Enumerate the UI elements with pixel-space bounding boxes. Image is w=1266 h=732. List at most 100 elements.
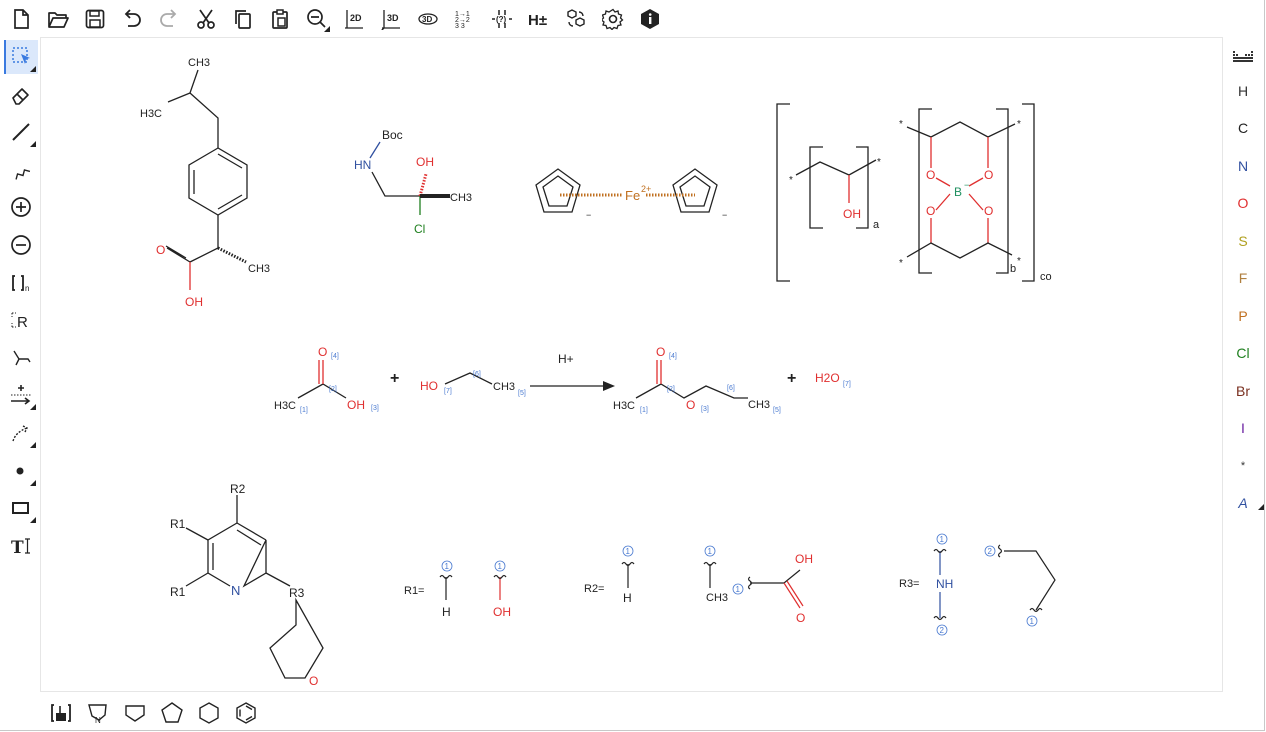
chain-tool[interactable]	[4, 153, 38, 187]
map-label: [2]	[667, 386, 675, 393]
water: H2O	[815, 371, 840, 385]
boc-cl: Cl	[414, 222, 425, 236]
polymer-oh: OH	[843, 207, 861, 221]
element-button-h[interactable]: H	[1226, 72, 1260, 110]
charge-plus-icon	[11, 197, 31, 218]
aromatize-button[interactable]: 1→1 2→2 3 3	[450, 4, 480, 34]
generic-a-label: A	[1238, 495, 1248, 512]
copolymer-molecule[interactable]	[776, 103, 1035, 282]
atom-tool[interactable]	[4, 454, 38, 488]
reaction-map-tool[interactable]	[4, 341, 38, 375]
element-button-cl[interactable]: Cl	[1226, 335, 1260, 373]
settings-button[interactable]	[598, 4, 628, 34]
boc-molecule[interactable]	[369, 141, 450, 215]
element-button-c[interactable]: C	[1226, 110, 1260, 148]
zoom-button[interactable]	[302, 4, 332, 34]
element-button-any[interactable]: *	[1226, 447, 1260, 485]
sgroup-tool[interactable]: n	[4, 266, 38, 300]
reaction-map-icon	[13, 350, 31, 366]
ethanol-ch3: CH3	[493, 381, 515, 393]
new-file-button[interactable]	[6, 4, 36, 34]
cut-icon	[197, 9, 215, 29]
single-bond-tool[interactable]	[4, 115, 38, 149]
element-button-i[interactable]: I	[1226, 410, 1260, 448]
rgroup-definitions[interactable]	[439, 544, 1056, 621]
cyclopentane-icon	[125, 705, 145, 722]
charge-plus-tool[interactable]	[4, 190, 38, 224]
reaction-arrow-head	[603, 381, 615, 391]
thf-o: O	[309, 674, 318, 688]
paste-icon	[272, 9, 288, 29]
cyclopentane-button[interactable]	[120, 698, 150, 728]
map-label: [4]	[331, 353, 339, 360]
r2-oh: OH	[795, 552, 813, 566]
open-button[interactable]	[43, 4, 73, 34]
check-structure-button[interactable]: (?)	[487, 4, 517, 34]
ester-ch3: CH3	[748, 399, 770, 411]
element-button-generic-a[interactable]: A	[1226, 485, 1264, 523]
pyridine-n: N	[231, 583, 240, 598]
map-label: [3]	[371, 405, 379, 412]
cyclohexane-button[interactable]	[194, 698, 224, 728]
clean-3d-button[interactable]: 3D	[376, 4, 406, 34]
r2-ch3: CH3	[706, 592, 728, 604]
polymer-star-3: *	[899, 119, 903, 130]
polymer-o-2: O	[984, 168, 993, 182]
copy-button[interactable]	[228, 4, 258, 34]
attach-label: 1	[626, 547, 631, 556]
element-button-n[interactable]: N	[1226, 147, 1260, 185]
cyclopentane-flat-button[interactable]	[157, 698, 187, 728]
ibuprofen-molecule[interactable]	[165, 69, 248, 290]
info-button[interactable]	[635, 4, 665, 34]
save-button[interactable]	[80, 4, 110, 34]
cut-button[interactable]	[191, 4, 221, 34]
3d-view-button[interactable]: 3D	[413, 4, 443, 34]
add-hydrogens-button[interactable]: H±	[524, 4, 554, 34]
acetic-o: O	[318, 345, 327, 359]
polymer-o-1: O	[926, 168, 935, 182]
eraser-tool[interactable]	[4, 78, 38, 112]
benzene-icon	[236, 702, 256, 724]
pyridine-r1-b: R1	[170, 585, 186, 599]
cp-minus-2: −	[722, 210, 727, 220]
rgroup-label: R	[17, 314, 28, 331]
attach-label: 2	[988, 547, 993, 556]
charge-minus-tool[interactable]	[4, 228, 38, 262]
calculate-button[interactable]	[561, 4, 591, 34]
copy-icon	[235, 10, 251, 29]
template-library-icon	[51, 704, 71, 722]
pyridine-r3: R3	[289, 586, 305, 600]
boc-oh: OH	[416, 155, 434, 169]
element-button-br[interactable]: Br	[1226, 372, 1260, 410]
ester-carbonyl-o: O	[656, 345, 665, 359]
benzene-button[interactable]	[231, 698, 261, 728]
text-tool[interactable]: T	[4, 529, 38, 563]
pyranose-template-button[interactable]: N	[83, 698, 113, 728]
drawing-canvas[interactable]: CH3 H3C O OH CH3 Boc HN OH CH3 Cl Fe 2+ …	[41, 38, 1222, 691]
shape-tool[interactable]	[4, 491, 38, 525]
map-label: [1]	[300, 407, 308, 414]
dropdown-indicator	[30, 517, 36, 524]
reaction-arrow-icon	[11, 385, 31, 405]
undo-button[interactable]	[117, 4, 147, 34]
dropdown-indicator	[1258, 504, 1264, 510]
ibuprofen-ch3-top: CH3	[188, 57, 210, 69]
element-button-o[interactable]: O	[1226, 185, 1260, 223]
selection-tool[interactable]	[4, 40, 38, 74]
arrow-tool[interactable]	[4, 378, 38, 412]
element-button-p[interactable]: P	[1226, 297, 1260, 335]
periodic-table-button[interactable]	[1226, 44, 1260, 72]
paste-button[interactable]	[265, 4, 295, 34]
element-button-f[interactable]: F	[1226, 260, 1260, 298]
map-label: [5]	[518, 390, 526, 397]
mapping-icon	[12, 425, 28, 442]
dropdown-indicator	[30, 66, 36, 72]
r1-h: H	[442, 605, 451, 619]
redo-button[interactable]	[154, 4, 184, 34]
template-library-button[interactable]	[46, 698, 76, 728]
clean-2d-button[interactable]: 2D	[339, 4, 369, 34]
element-button-s[interactable]: S	[1226, 222, 1260, 260]
acetic-oh: OH	[347, 398, 365, 412]
reaction-mapping-tool[interactable]	[4, 416, 38, 450]
rgroup-tool[interactable]: R	[4, 303, 38, 337]
